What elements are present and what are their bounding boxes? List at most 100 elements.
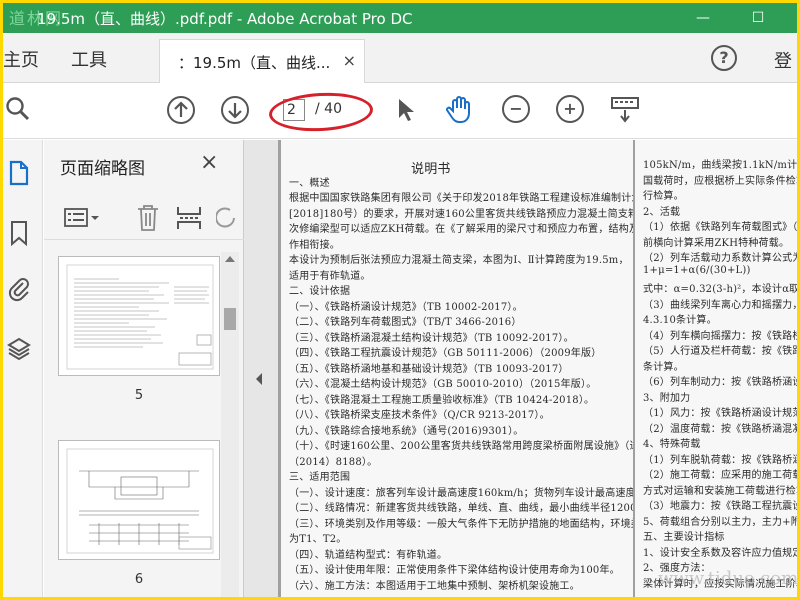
document-text-line: （一）、设计速度：旅客列车设计最高速度160km/h；货物列车设计最高速度120… bbox=[289, 487, 633, 499]
document-text-line: （七）、《铁路混凝土工程施工质量验收标准》（TB 10424-2018）。 bbox=[289, 394, 595, 406]
document-text-line: （八）、《铁路桥梁支座技术条件》（Q/CR 9213-2017）。 bbox=[289, 410, 550, 421]
delete-page-icon[interactable] bbox=[136, 204, 160, 236]
title-bar: 道林网 19.5m（直、曲线）.pdf.pdf - Adobe Acrobat … bbox=[3, 3, 797, 33]
document-text-line: （5）人行道及栏杆荷载：按《铁路桥涵设计规范》 bbox=[643, 346, 797, 357]
document-tab-label: ：19.5m（直、曲线... bbox=[178, 54, 331, 72]
panel-collapse-strip[interactable] bbox=[244, 140, 278, 597]
document-text-line: （二）、线路情况：新建客货共线铁路，单线、直、曲线，最小曲线半径1200m。 bbox=[289, 503, 633, 514]
tab-bar: 主页 工具 ：19.5m（直、曲线... × ? 登 bbox=[3, 33, 797, 83]
document-text-line: （九）、《铁路综合接地系统》（通号(2016)9301）。 bbox=[289, 425, 524, 437]
document-text-line: 5、荷载组合分别以主力，主力+附加力组合 bbox=[643, 516, 797, 528]
document-text-line: 一、概述 bbox=[289, 177, 330, 189]
document-text-line: （2）列车活载动力系数计算公式为： bbox=[643, 253, 797, 264]
document-text-line: 方式对运输和安装施工荷载进行检算。 bbox=[643, 485, 797, 497]
document-text-line: （五）、设计使用年限：正常使用条件下梁体结构设计使用寿命为100年。 bbox=[289, 565, 620, 576]
close-panel-icon[interactable]: × bbox=[200, 150, 218, 175]
scrollbar-thumb[interactable] bbox=[224, 308, 236, 330]
document-text-line: 3、附加力 bbox=[643, 392, 691, 404]
minimize-button[interactable]: — bbox=[683, 3, 723, 33]
select-cursor-icon[interactable] bbox=[396, 97, 416, 127]
window-title: 19.5m（直、曲线）.pdf.pdf - Adobe Acrobat Pro … bbox=[37, 10, 413, 28]
document-text-line: 4、特殊荷载 bbox=[643, 439, 701, 450]
document-text-line: 次修编梁型可以适应ZKH荷载。在《了解采用的梁尺寸和预应力布置，结构及附属构造通… bbox=[289, 224, 633, 235]
maximize-button[interactable]: ☐ bbox=[738, 3, 778, 33]
acrobat-window: 道林网 19.5m（直、曲线）.pdf.pdf - Adobe Acrobat … bbox=[3, 3, 797, 597]
previous-page-icon[interactable] bbox=[166, 95, 196, 129]
document-text-line: （6）列车制动力：按《铁路桥涵设计规范》 bbox=[643, 377, 797, 388]
document-text-line: 五、主要设计指标 bbox=[643, 532, 725, 543]
document-text-line: 二、设计依据 bbox=[289, 286, 351, 297]
hand-tool-icon[interactable] bbox=[445, 94, 475, 128]
thumbnail-options-icon[interactable] bbox=[64, 208, 100, 232]
sign-in-link[interactable]: 登 bbox=[774, 47, 792, 73]
zoom-out-icon[interactable]: − bbox=[502, 95, 530, 123]
document-text-line: 105kN/m，曲线梁按1.1kN/m计算；无声屏障直 bbox=[643, 160, 797, 171]
collapse-arrow-icon[interactable] bbox=[254, 372, 264, 386]
zoom-in-icon[interactable]: + bbox=[556, 95, 584, 123]
thumbnail-page-5[interactable] bbox=[58, 256, 220, 376]
tab-tools[interactable]: 工具 bbox=[71, 46, 107, 72]
document-heading: 说明书 bbox=[411, 162, 451, 177]
document-text-line: （1）风力：按《铁路桥涵设计规范》（TB10 bbox=[643, 408, 797, 419]
close-tab-icon[interactable]: × bbox=[343, 51, 356, 70]
attachment-icon[interactable] bbox=[7, 276, 31, 302]
page-thumbnails-icon[interactable] bbox=[7, 160, 31, 186]
document-text-line: （3）地震力：按《铁路工程抗震设计规范》 bbox=[643, 501, 797, 512]
document-text-line: （1）依据《铁路列车荷载图式》（TB/T 3466 bbox=[643, 222, 797, 233]
next-page-icon[interactable] bbox=[220, 95, 250, 129]
document-text-line: （六）、《混凝土结构设计规范》（GB 50010-2010）（2015年版）。 bbox=[289, 379, 597, 390]
document-text-line: （2）施工荷载：应采用的施工荷载大于设计 bbox=[643, 470, 797, 481]
search-icon[interactable] bbox=[5, 96, 31, 126]
document-text-line: （2014）8188）。 bbox=[289, 456, 378, 468]
thumbnail-page-6[interactable] bbox=[58, 440, 220, 560]
tab-home[interactable]: 主页 bbox=[3, 46, 39, 72]
document-text-line: 2、活载 bbox=[643, 206, 681, 218]
document-text-line: （六）、施工方法：本图适用于工地集中预制、架桥机架设施工。 bbox=[289, 580, 580, 592]
page-thumbnails-panel: 页面缩略图 × 5 6 bbox=[44, 140, 244, 597]
document-text-line: 前横向计算采用ZKH特种荷载。 bbox=[643, 237, 790, 249]
document-text-line: 适用于有砟轨道。 bbox=[289, 270, 371, 282]
document-text-line: （五）、《铁路桥涵地基和基础设计规范》（TB 10093-2017） bbox=[289, 363, 569, 375]
document-text-line: （4）列车横向摇摆力：按《铁路桥涵设计规范》 bbox=[643, 330, 797, 342]
document-page-left: 说明书一、概述根据中国国家铁路集团有限公司《关于印发2018年铁路工程建设标准编… bbox=[281, 140, 633, 597]
document-text-line: 三、适用范围 bbox=[289, 472, 351, 483]
document-text-line: 1、设计安全系数及容许应力值规定见表： bbox=[643, 547, 797, 559]
document-text-line: （三）、环境类别及作用等级：一般大气条件下无防护措施的地面结构，环境类别为碳化环… bbox=[289, 518, 633, 530]
layers-icon[interactable] bbox=[7, 336, 31, 362]
toolbar: / 40 − + bbox=[3, 83, 797, 139]
extract-page-icon[interactable] bbox=[176, 204, 202, 236]
document-text-line: （三）、《铁路桥涵混凝土结构设计规范》（TB 10092-2017）。 bbox=[289, 332, 574, 344]
document-text-line: （四）、轨道结构型式：有砟轨道。 bbox=[289, 549, 448, 561]
document-text-line: 国载荷时，应根据桥上实际条件检算相应荷 bbox=[643, 175, 797, 187]
thumbnail-scrollbar[interactable] bbox=[221, 252, 239, 597]
rotate-page-icon[interactable] bbox=[215, 206, 236, 234]
document-text-line: （一）、《铁路桥涵设计规范》（TB 10002-2017）。 bbox=[289, 301, 523, 313]
document-tab[interactable]: ：19.5m（直、曲线... × bbox=[159, 39, 365, 83]
document-text-line: 为T1、T2。 bbox=[289, 534, 347, 545]
bookmark-icon[interactable] bbox=[7, 220, 31, 247]
document-text-line: （四）、《铁路工程抗震设计规范》（GB 50111-2006）（2009年版） bbox=[289, 348, 602, 359]
document-text-line: 行检算。 bbox=[643, 191, 684, 202]
thumbnail-page-number: 6 bbox=[134, 572, 144, 587]
document-page-right: 105kN/m，曲线梁按1.1kN/m计算；无声屏障直国载荷时，应根据桥上实际条… bbox=[635, 140, 797, 597]
bottom-watermark: www.tiduo.com bbox=[658, 568, 797, 589]
thumbnail-page-number: 5 bbox=[134, 388, 144, 403]
document-text-line: 1+μ=1+α(6/(30+L)) bbox=[643, 264, 751, 276]
document-text-line: （3）曲线梁列车离心力和摇摆力，按 bbox=[643, 299, 797, 311]
document-view[interactable]: 说明书一、概述根据中国国家铁路集团有限公司《关于印发2018年铁路工程建设标准编… bbox=[278, 140, 797, 597]
document-text-line: 式中：α=0.32(3-h)²，本设计α取2， bbox=[643, 284, 797, 295]
scroll-up-arrow-icon[interactable] bbox=[225, 256, 235, 262]
panel-title: 页面缩略图 bbox=[60, 159, 145, 179]
document-text-line: （2）温度荷载：按《铁路桥涵混凝土结构设计规范 bbox=[643, 423, 797, 435]
keyboard-tools-icon[interactable] bbox=[610, 96, 640, 128]
help-icon[interactable]: ? bbox=[711, 45, 737, 71]
document-text-line: 根据中国国家铁路集团有限公司《关于印发2018年铁路工程建设标准编制计划的通知》… bbox=[289, 193, 633, 204]
document-text-line: （十）、《时速160公里、200公里客货共线铁路常用跨度梁桥面附属设施》（通桥 bbox=[289, 441, 633, 452]
document-text-line: （二）、《铁路列车荷载图式》（TB/T 3466-2016） bbox=[289, 317, 522, 328]
document-text-line: 条计算。 bbox=[643, 361, 684, 373]
left-navigation-rail bbox=[3, 140, 43, 597]
document-text-line: （1）列车脱轨荷载：按《铁路桥涵设计规范》 bbox=[643, 454, 797, 466]
document-text-line: [2018]180号）的要求，开展对速160公里客货共线铁路预应力混凝土简支箱梁… bbox=[289, 208, 633, 220]
document-text-line: 本设计为预制后张法预应力混凝土简支梁，本图为Ⅰ、Ⅱ计算跨度为19.5m， bbox=[289, 255, 629, 266]
document-text-line: 作相衔接。 bbox=[289, 239, 340, 251]
